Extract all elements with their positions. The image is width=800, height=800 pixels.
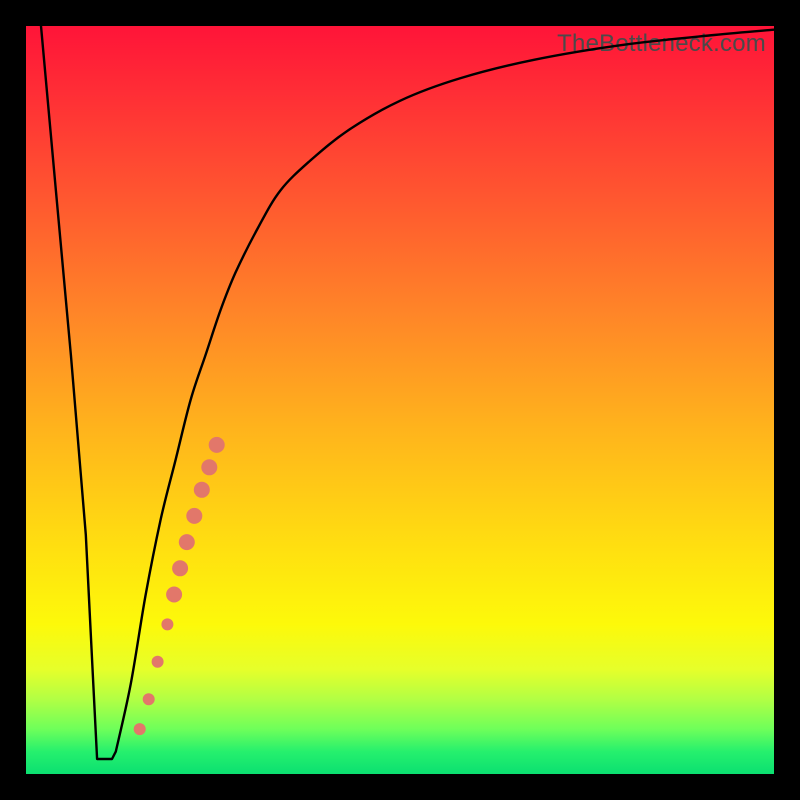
data-marker: [194, 482, 210, 498]
data-marker: [209, 437, 225, 453]
marker-group: [134, 437, 225, 735]
data-marker: [201, 459, 217, 475]
curve-svg: [26, 26, 774, 774]
data-marker: [143, 693, 155, 705]
watermark-text: TheBottleneck.com: [557, 30, 766, 58]
data-marker: [166, 587, 182, 603]
data-marker: [134, 723, 146, 735]
data-marker: [161, 618, 173, 630]
data-marker: [186, 508, 202, 524]
data-marker: [172, 560, 188, 576]
plot-area: TheBottleneck.com: [26, 26, 774, 774]
data-marker: [179, 534, 195, 550]
bottleneck-curve-path: [41, 26, 774, 759]
chart-frame: TheBottleneck.com: [0, 0, 800, 800]
data-marker: [152, 656, 164, 668]
